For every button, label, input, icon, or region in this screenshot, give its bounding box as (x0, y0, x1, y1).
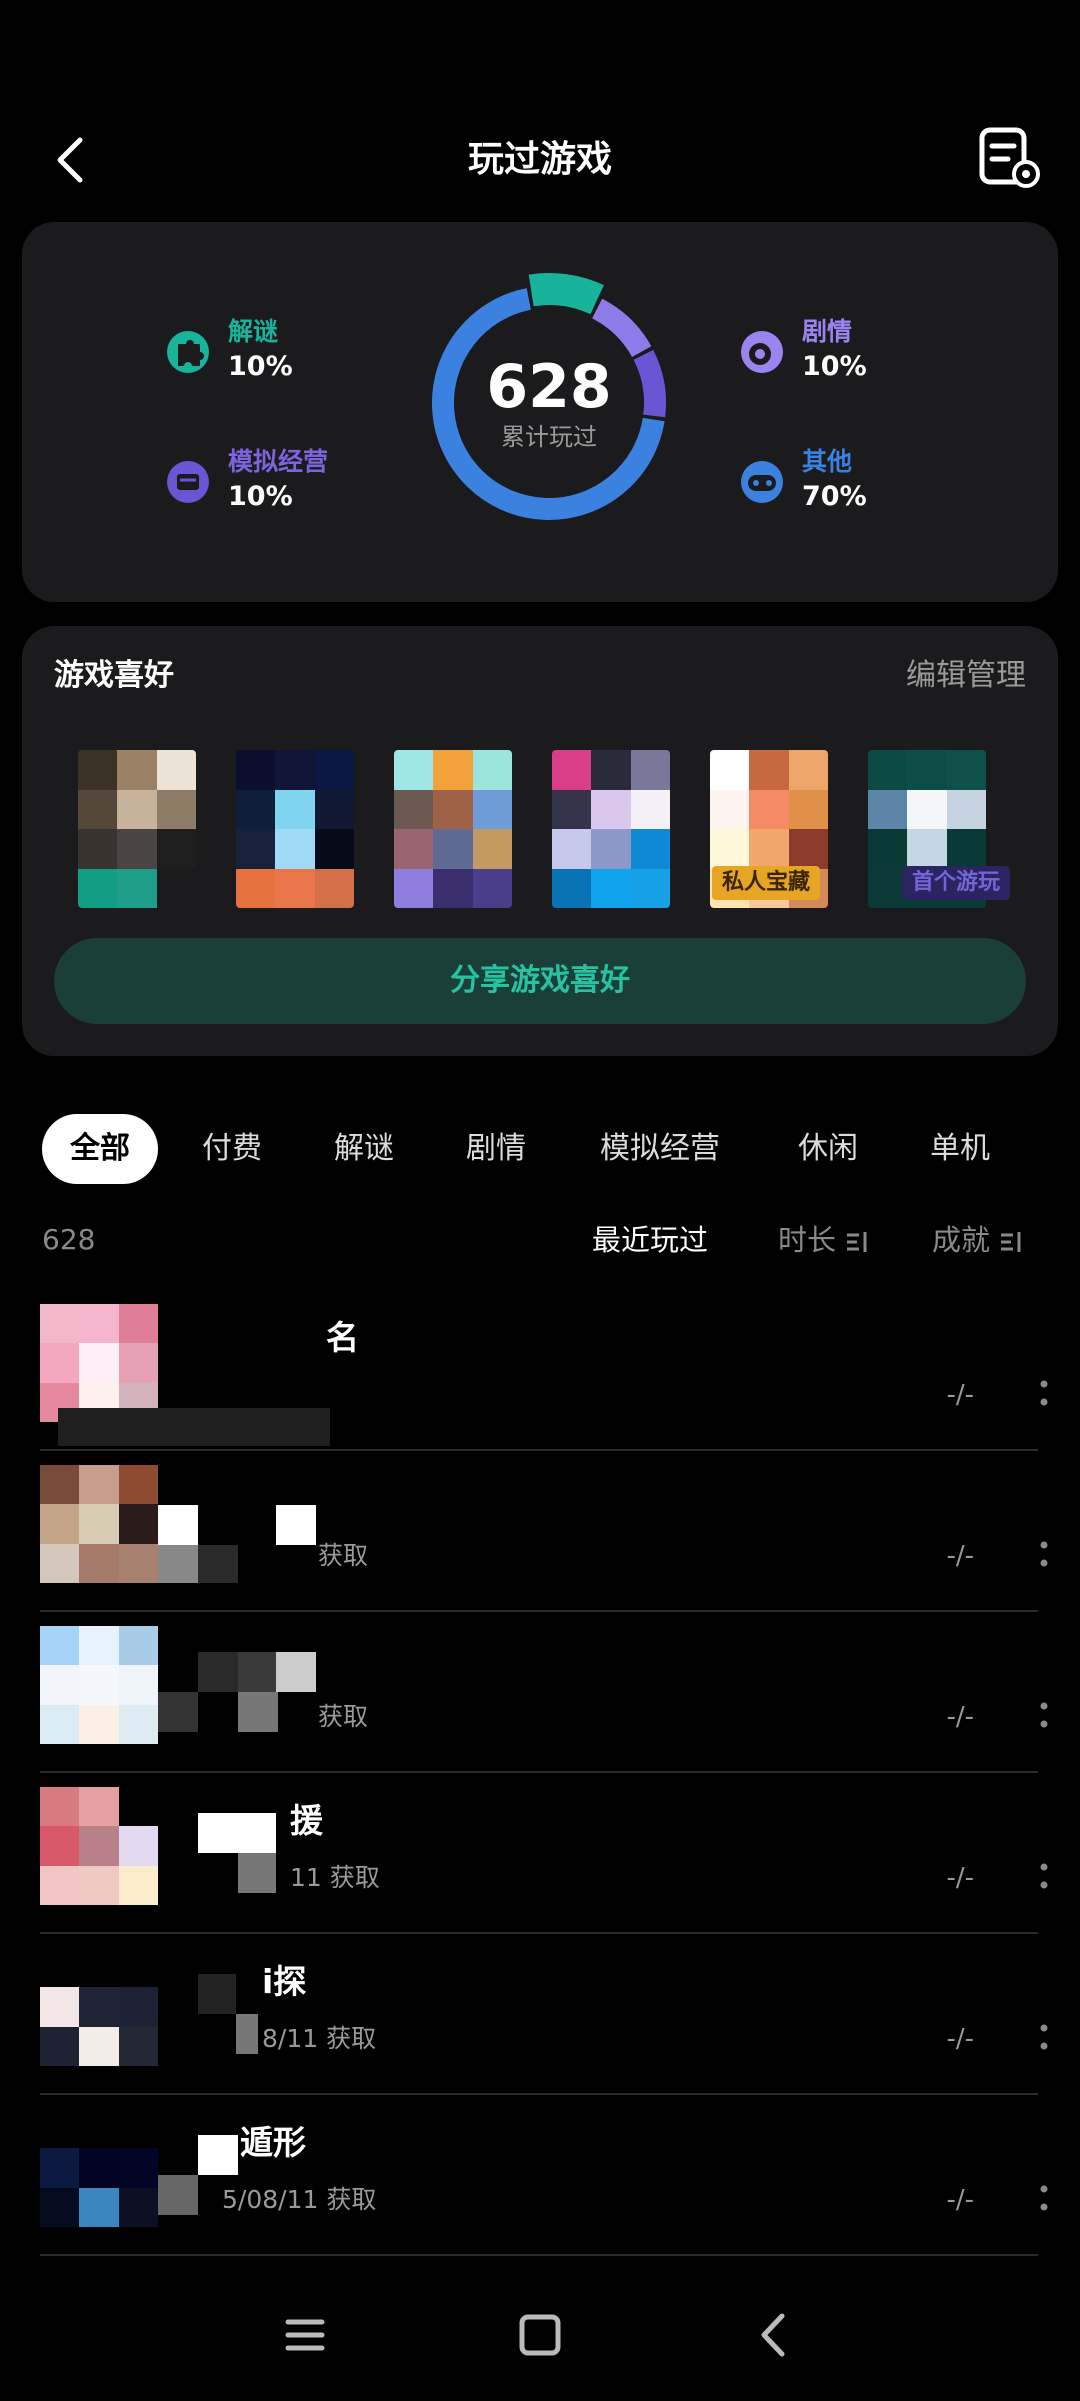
game-thumbnail (40, 1787, 158, 1905)
simulation-icon (167, 461, 209, 503)
achievement-value: -/- (946, 1380, 974, 1410)
game-date: 获取 (318, 1702, 369, 1731)
played-total: 628 (486, 352, 612, 422)
game-count: 628 (42, 1223, 96, 1256)
donut-center: 628 累计玩过 (414, 268, 684, 538)
sort-icon (1001, 1232, 1021, 1252)
more-icon[interactable] (1034, 2018, 1054, 2058)
redaction-mask (158, 1465, 318, 1583)
played-caption: 累计玩过 (501, 423, 597, 451)
first-played-badge: 首个游玩 (902, 866, 1011, 900)
private-treasure-badge: 私人宝藏 (712, 866, 821, 900)
game-date: 获取 (318, 1541, 369, 1570)
menu-icon[interactable] (270, 2300, 340, 2370)
more-icon[interactable] (1034, 1374, 1054, 1414)
category-simulation: 模拟经营 10% (164, 440, 364, 520)
redaction-mask (198, 1813, 278, 1893)
preference-title: 游戏喜好 (54, 658, 174, 693)
list-item[interactable]: i探 8/11 获取 -/- (0, 1934, 1080, 2095)
tab-paid[interactable]: 付费 (202, 1114, 262, 1184)
game-name: 援 (290, 1801, 323, 1840)
tab-simulation[interactable]: 模拟经营 (600, 1114, 720, 1184)
back-nav-icon[interactable] (740, 2300, 810, 2370)
preference-card: 游戏喜好 编辑管理 私人宝藏 首个游玩 分享游戏喜好 (22, 626, 1058, 1056)
edit-manage-link[interactable]: 编辑管理 (906, 656, 1026, 696)
achievement-value: -/- (946, 1541, 974, 1571)
header: 玩过游戏 (0, 110, 1080, 210)
tab-single-player[interactable]: 单机 (930, 1114, 990, 1184)
game-thumbnail (40, 1626, 158, 1744)
redaction-mask (158, 1652, 318, 1732)
cover-1[interactable] (78, 750, 196, 908)
game-name: 遁形 (240, 2123, 306, 2162)
achievement-value: -/- (946, 2024, 974, 2054)
game-date: 8/11 获取 (262, 2024, 377, 2053)
cover-2[interactable] (236, 750, 354, 908)
cover-3[interactable] (394, 750, 512, 908)
cover-4[interactable] (552, 750, 670, 908)
category-puzzle: 解谜 10% (164, 310, 364, 390)
more-icon[interactable] (1034, 1696, 1054, 1736)
sort-duration[interactable]: 时长 (778, 1218, 869, 1262)
more-icon[interactable] (1034, 2179, 1054, 2219)
more-icon[interactable] (1034, 1857, 1054, 1897)
game-date: 5/08/11 获取 (222, 2185, 377, 2214)
sort-recent[interactable]: 最近玩过 (592, 1218, 708, 1262)
gamepad-icon (741, 461, 783, 503)
achievement-value: -/- (946, 1863, 974, 1893)
game-thumbnail (40, 2109, 158, 2227)
tab-casual[interactable]: 休闲 (798, 1114, 858, 1184)
tab-puzzle[interactable]: 解谜 (334, 1114, 394, 1184)
divider (40, 2254, 1038, 2256)
sort-achievement[interactable]: 成就 (932, 1218, 1023, 1262)
sort-row: 628 最近玩过 时长 成就 (0, 1218, 1080, 1262)
share-preference-button[interactable]: 分享游戏喜好 (54, 938, 1026, 1024)
page-title: 玩过游戏 (467, 139, 612, 180)
list-item[interactable]: 获取 -/- (0, 1612, 1080, 1773)
list-settings-icon[interactable] (978, 126, 1042, 190)
list-item[interactable]: 获取 -/- (0, 1451, 1080, 1612)
redaction-mask (198, 1974, 258, 2054)
sort-duration-label: 时长 (778, 1223, 837, 1257)
category-other: 其他 70% (738, 440, 938, 520)
stats-card: 解谜 10% 模拟经营 10% 剧情 10% 其他 70% 628 累计玩过 (22, 222, 1058, 602)
genre-tabs: 全部 付费 解谜 剧情 模拟经营 休闲 单机 (42, 1114, 1062, 1184)
category-story: 剧情 10% (738, 310, 938, 390)
more-icon[interactable] (1034, 1535, 1054, 1575)
game-thumbnail (40, 1948, 158, 2066)
game-name: i探 (262, 1962, 307, 2001)
game-date: 11 获取 (290, 1863, 380, 1892)
sort-icon (847, 1232, 867, 1252)
sort-achievement-label: 成就 (932, 1223, 991, 1257)
puzzle-icon (167, 331, 209, 373)
tab-all[interactable]: 全部 (42, 1114, 158, 1184)
story-icon (741, 331, 783, 373)
list-item[interactable]: 名 -/- (0, 1290, 1080, 1451)
home-icon[interactable] (505, 2300, 575, 2370)
redaction-mask (58, 1408, 330, 1446)
list-item[interactable]: 援 11 获取 -/- (0, 1773, 1080, 1934)
list-item[interactable]: 遁形 5/08/11 获取 -/- (0, 2095, 1080, 2256)
game-thumbnail (40, 1465, 158, 1583)
achievement-value: -/- (946, 2185, 974, 2215)
game-thumbnail (40, 1304, 158, 1422)
tab-story[interactable]: 剧情 (466, 1114, 526, 1184)
game-name: 名 (326, 1318, 359, 1357)
system-navbar (0, 2290, 1080, 2380)
achievement-value: -/- (946, 1702, 974, 1732)
